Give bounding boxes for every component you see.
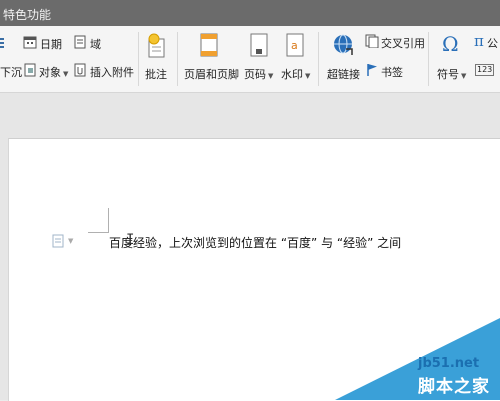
watermark-name: 脚本之家 [418, 377, 490, 397]
dropcap-button[interactable]: 下沉 [0, 64, 22, 80]
insert-attachment-button[interactable]: 插入附件 [90, 64, 134, 80]
pi-formula-icon: π [474, 32, 484, 50]
bookmark-button[interactable]: 书签 [381, 64, 403, 80]
chevron-down-icon: ▼ [461, 72, 467, 80]
header-footer-icon [200, 33, 218, 57]
chevron-down-icon: ▼ [268, 72, 274, 80]
watermark-button[interactable]: 水印 ▼ [281, 66, 310, 82]
symbol-button[interactable]: 符号 ▼ [437, 66, 466, 82]
text-cursor-ibeam-icon: I [126, 232, 135, 248]
omega-symbol-icon: Ω [442, 32, 459, 56]
ribbon-toolbar: 下沉 日期 域 对象 ▼ 插入附件 批注 页眉和页脚 页码 ▼ a 水印 ▼ 超… [0, 26, 500, 93]
hyperlink-icon [334, 34, 353, 55]
page-corner-mark [88, 208, 109, 233]
attachment-icon [74, 63, 86, 77]
partial-icon [0, 38, 4, 48]
chevron-down-icon: ▼ [305, 72, 311, 80]
watermark-site: jb51.net [418, 356, 480, 371]
date-button[interactable]: 日期 [40, 36, 62, 52]
numbering-icon[interactable]: 123 [475, 64, 495, 76]
chevron-down-icon: ▼ [63, 70, 69, 78]
tab-special-features[interactable]: 特色功能 [3, 6, 51, 23]
document-paragraph[interactable]: 百度经验，上次浏览到的位置在 “百度” 与 “经验” 之间 [109, 234, 401, 251]
object-button[interactable]: 对象 ▼ [39, 64, 68, 80]
title-bar: 特色功能 [0, 0, 500, 26]
svg-text:a: a [291, 39, 298, 52]
watermark-icon: a [286, 33, 304, 57]
object-icon [24, 63, 36, 77]
formula-button[interactable]: 公 [487, 35, 498, 51]
cross-reference-button[interactable]: 交叉引用 [381, 35, 425, 51]
cross-reference-icon [365, 34, 379, 48]
field-button[interactable]: 域 [90, 36, 101, 52]
field-icon [74, 35, 86, 49]
paragraph-layout-icon[interactable] [52, 234, 64, 248]
page-number-icon [250, 33, 268, 57]
hyperlink-button[interactable]: 超链接 [327, 66, 360, 82]
page-number-button[interactable]: 页码 ▼ [244, 66, 273, 82]
chevron-down-icon[interactable]: ▼ [68, 237, 73, 245]
bookmark-flag-icon [367, 64, 377, 76]
comment-button[interactable]: 批注 [145, 66, 167, 82]
calendar-icon [23, 36, 37, 49]
header-footer-button[interactable]: 页眉和页脚 [184, 66, 239, 82]
comment-icon [148, 33, 165, 58]
